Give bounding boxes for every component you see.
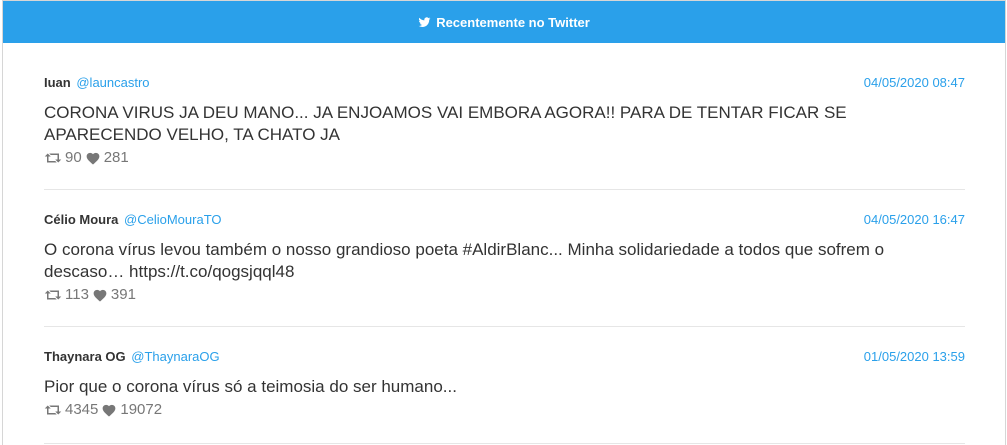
twitter-panel: Recentemente no Twitter Iuan @launcastro… (2, 0, 1006, 445)
like-count: 281 (103, 149, 129, 166)
tweet-text: O corona vírus levou também o nosso gran… (44, 240, 885, 281)
tweet-author-handle[interactable]: @CelioMouraTO (124, 212, 222, 227)
panel-title: Recentemente no Twitter (436, 14, 590, 30)
tweet-meta: Iuan @launcastro 04/05/2020 08:47 (44, 75, 965, 90)
tweet-item[interactable]: Thaynara OG @ThaynaraOG 01/05/2020 13:59… (44, 327, 965, 444)
tweet-author-name: Célio Moura (44, 212, 119, 227)
twitter-bird-icon (418, 16, 431, 27)
tweet-item[interactable]: Célio Moura @CelioMouraTO 04/05/2020 16:… (44, 190, 965, 327)
retweet-icon (44, 405, 62, 414)
panel-header: Recentemente no Twitter (3, 1, 1005, 43)
tweet-date[interactable]: 04/05/2020 08:47 (864, 75, 965, 90)
tweet-list: Iuan @launcastro 04/05/2020 08:47 CORONA… (3, 43, 1005, 444)
heart-icon (103, 404, 116, 417)
heart-icon (86, 152, 100, 165)
tweet-date[interactable]: 01/05/2020 13:59 (864, 349, 965, 364)
tweet-stats: 90 281 (44, 149, 129, 166)
tweet-text: Pior que o corona vírus só a teimosia do… (44, 377, 457, 396)
like-count: 391 (110, 286, 136, 303)
retweet-count: 4345 (65, 401, 99, 418)
retweet-count: 90 (65, 149, 82, 166)
tweet-stats: 113 391 (44, 286, 136, 303)
tweet-author-handle[interactable]: @ThaynaraOG (131, 349, 219, 364)
retweet-count: 113 (65, 286, 89, 303)
tweet-item[interactable]: Iuan @launcastro 04/05/2020 08:47 CORONA… (44, 43, 965, 190)
tweet-meta: Célio Moura @CelioMouraTO 04/05/2020 16:… (44, 212, 965, 227)
tweet-stats: 4345 19072 (44, 401, 162, 418)
tweet-text: CORONA VIRUS JA DEU MANO... JA ENJOAMOS … (44, 103, 847, 144)
tweet-date[interactable]: 04/05/2020 16:47 (864, 212, 965, 227)
retweet-icon (44, 290, 62, 299)
tweet-meta: Thaynara OG @ThaynaraOG 01/05/2020 13:59 (44, 349, 965, 364)
tweet-author-name: Iuan (44, 75, 71, 90)
tweet-author-name: Thaynara OG (44, 349, 126, 364)
heart-icon (93, 289, 107, 302)
tweet-author-handle[interactable]: @launcastro (76, 75, 149, 90)
retweet-icon (44, 153, 62, 162)
like-count: 19072 (120, 401, 163, 418)
